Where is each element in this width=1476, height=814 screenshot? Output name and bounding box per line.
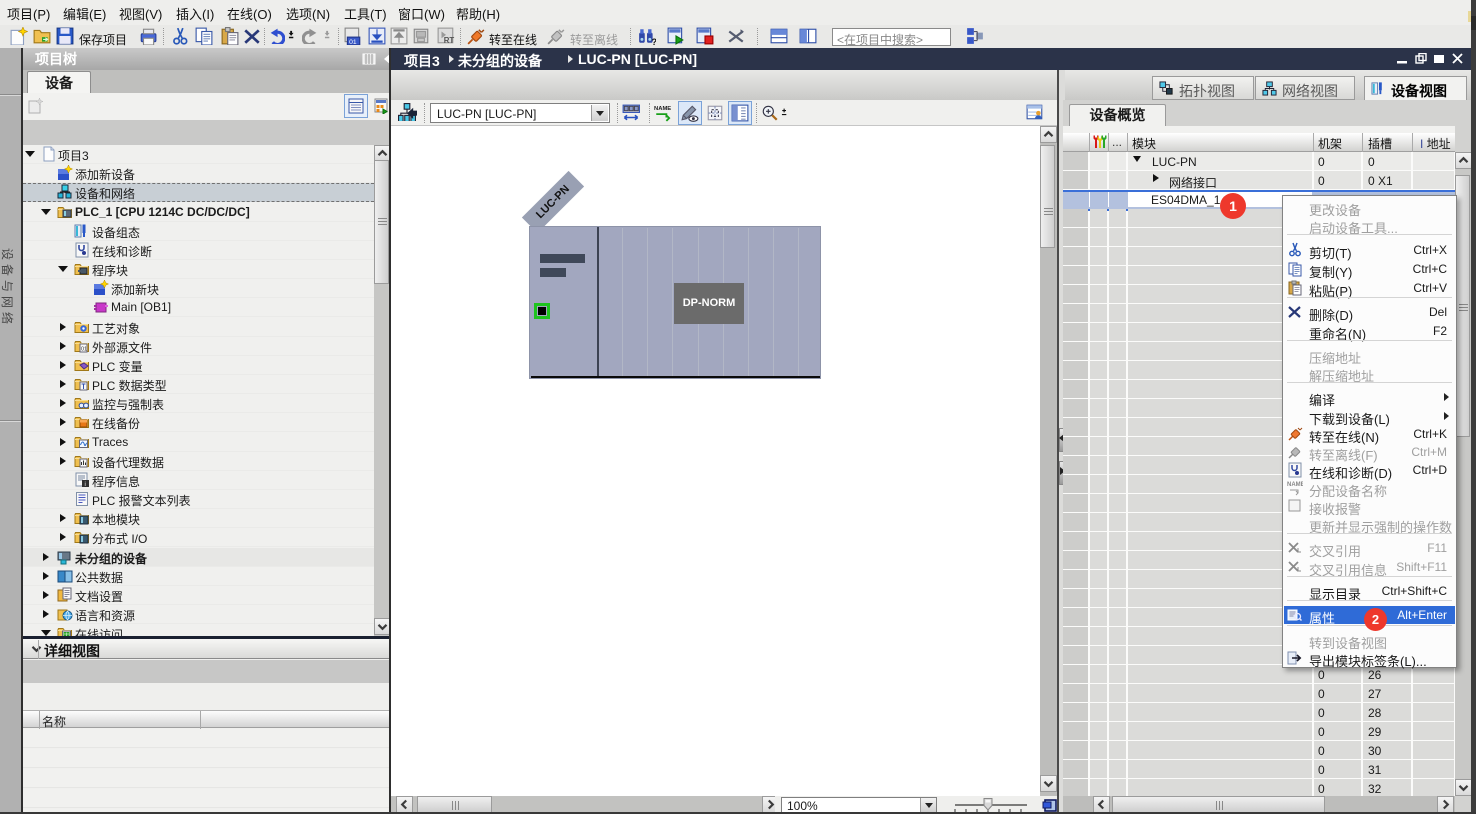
svg-text:i: i <box>85 482 86 488</box>
svg-text:RT: RT <box>444 36 455 45</box>
svg-text:NAME: NAME <box>654 106 671 112</box>
svg-text:01: 01 <box>81 347 87 353</box>
svg-text:01: 01 <box>349 39 357 45</box>
svg-text:?: ? <box>652 37 657 45</box>
svg-text:NAME: NAME <box>1287 482 1303 488</box>
